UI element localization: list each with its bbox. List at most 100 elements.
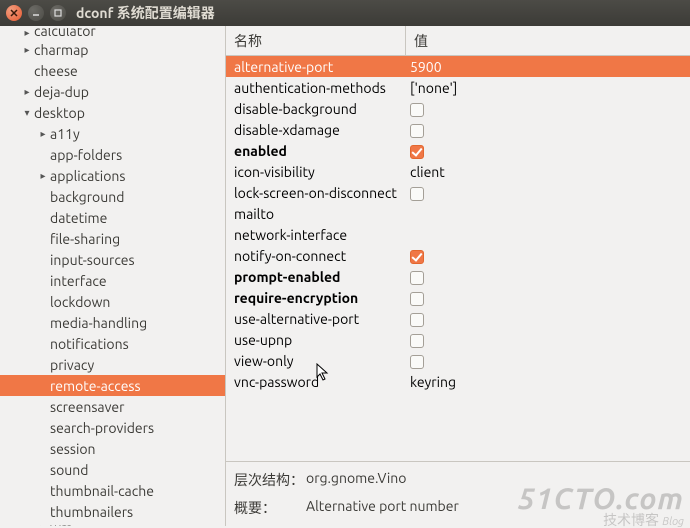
setting-row-enabled[interactable]: enabled xyxy=(226,140,690,161)
expander-icon[interactable]: ▾ xyxy=(20,107,34,119)
checkbox[interactable] xyxy=(410,103,424,117)
tree-item-applications[interactable]: ▸applications xyxy=(0,165,225,186)
window-title: dconf 系统配置编辑器 xyxy=(76,3,215,23)
tree-item-label: privacy xyxy=(50,357,219,373)
setting-row-use-alternative-port[interactable]: use-alternative-port xyxy=(226,308,690,329)
checkbox[interactable] xyxy=(410,334,424,348)
tree-item-label: app-folders xyxy=(50,147,219,163)
tree-item-desktop[interactable]: ▾desktop xyxy=(0,102,225,123)
setting-name: use-alternative-port xyxy=(226,311,406,327)
setting-row-network-interface[interactable]: network-interface xyxy=(226,224,690,245)
setting-name: vnc-password xyxy=(226,374,406,390)
tree-item-privacy[interactable]: privacy xyxy=(0,354,225,375)
tree-item-app-folders[interactable]: app-folders xyxy=(0,144,225,165)
tree-item-label: datetime xyxy=(50,210,219,226)
tree-item-background[interactable]: background xyxy=(0,186,225,207)
tree-item-label: remote-access xyxy=(50,378,219,394)
tree-item-search-providers[interactable]: search-providers xyxy=(0,417,225,438)
tree-item-label: screensaver xyxy=(50,399,219,415)
setting-row-vnc-password[interactable]: vnc-passwordkeyring xyxy=(226,371,690,392)
setting-name: disable-xdamage xyxy=(226,122,406,138)
close-icon[interactable] xyxy=(6,5,22,21)
setting-name: view-only xyxy=(226,353,406,369)
column-header-value[interactable]: 值 xyxy=(406,26,690,55)
setting-value[interactable] xyxy=(406,100,690,116)
tree-item-a11y[interactable]: ▸a11y xyxy=(0,123,225,144)
tree-item-label: session xyxy=(50,441,219,457)
tree-item-label: cheese xyxy=(34,63,219,79)
tree-item-thumbnailers[interactable]: thumbnailers xyxy=(0,501,225,522)
tree-item-label: desktop xyxy=(34,105,219,121)
tree-item-datetime[interactable]: datetime xyxy=(0,207,225,228)
checkbox[interactable] xyxy=(410,124,424,138)
checkbox[interactable] xyxy=(410,145,424,159)
checkbox[interactable] xyxy=(410,313,424,327)
setting-value[interactable] xyxy=(406,310,690,326)
expander-icon[interactable]: ▸ xyxy=(36,170,50,182)
setting-row-use-upnp[interactable]: use-upnp xyxy=(226,329,690,350)
tree-item-media-handling[interactable]: media-handling xyxy=(0,312,225,333)
expander-icon[interactable]: ▸ xyxy=(36,128,50,140)
checkbox[interactable] xyxy=(410,355,424,369)
tree-item-label: a11y xyxy=(50,126,219,142)
setting-row-view-only[interactable]: view-only xyxy=(226,350,690,371)
setting-value[interactable] xyxy=(406,331,690,347)
tree-item-screensaver[interactable]: screensaver xyxy=(0,396,225,417)
tree-item-input-sources[interactable]: input-sources xyxy=(0,249,225,270)
tree-item-wm[interactable]: ▸wm xyxy=(0,522,225,526)
tree-item-notifications[interactable]: notifications xyxy=(0,333,225,354)
tree-item-label: search-providers xyxy=(50,420,219,436)
footer-path-label: 层次结构： xyxy=(234,470,306,490)
settings-table: 名称 值 alternative-port5900authentication-… xyxy=(226,26,690,461)
setting-value[interactable] xyxy=(406,352,690,368)
setting-value[interactable] xyxy=(406,289,690,305)
setting-value[interactable] xyxy=(406,142,690,158)
setting-value: keyring xyxy=(406,374,690,390)
tree-item-thumbnail-cache[interactable]: thumbnail-cache xyxy=(0,480,225,501)
checkbox[interactable] xyxy=(410,292,424,306)
column-header-name[interactable]: 名称 xyxy=(226,26,406,55)
tree-item-session[interactable]: session xyxy=(0,438,225,459)
tree-item-deja-dup[interactable]: ▸deja-dup xyxy=(0,81,225,102)
checkbox[interactable] xyxy=(410,250,424,264)
expander-icon[interactable]: ▸ xyxy=(36,522,50,526)
setting-row-require-encryption[interactable]: require-encryption xyxy=(226,287,690,308)
tree-item-cheese[interactable]: cheese xyxy=(0,60,225,81)
setting-value[interactable] xyxy=(406,247,690,263)
tree-item-remote-access[interactable]: remote-access xyxy=(0,375,225,396)
tree-item-label: media-handling xyxy=(50,315,219,331)
expander-icon[interactable]: ▸ xyxy=(20,28,34,39)
setting-value[interactable] xyxy=(406,184,690,200)
setting-row-disable-xdamage[interactable]: disable-xdamage xyxy=(226,119,690,140)
setting-row-notify-on-connect[interactable]: notify-on-connect xyxy=(226,245,690,266)
maximize-icon[interactable] xyxy=(50,5,66,21)
setting-name: notify-on-connect xyxy=(226,248,406,264)
setting-name: icon-visibility xyxy=(226,164,406,180)
setting-row-icon-visibility[interactable]: icon-visibilityclient xyxy=(226,161,690,182)
schema-tree[interactable]: ▸calculator▸charmapcheese▸deja-dup▾deskt… xyxy=(0,26,226,526)
setting-row-lock-screen-on-disconnect[interactable]: lock-screen-on-disconnect xyxy=(226,182,690,203)
expander-icon[interactable]: ▸ xyxy=(20,86,34,98)
setting-row-mailto[interactable]: mailto xyxy=(226,203,690,224)
setting-row-alternative-port[interactable]: alternative-port5900 xyxy=(226,56,690,77)
setting-row-prompt-enabled[interactable]: prompt-enabled xyxy=(226,266,690,287)
setting-value[interactable] xyxy=(406,268,690,284)
checkbox[interactable] xyxy=(410,187,424,201)
setting-row-authentication-methods[interactable]: authentication-methods['none'] xyxy=(226,77,690,98)
tree-item-sound[interactable]: sound xyxy=(0,459,225,480)
tree-item-calculator[interactable]: ▸calculator xyxy=(0,28,225,39)
setting-row-disable-background[interactable]: disable-background xyxy=(226,98,690,119)
checkbox[interactable] xyxy=(410,271,424,285)
tree-item-charmap[interactable]: ▸charmap xyxy=(0,39,225,60)
setting-value[interactable] xyxy=(406,121,690,137)
expander-icon[interactable]: ▸ xyxy=(20,44,34,56)
footer-panel: 层次结构： org.gnome.Vino 概要： Alternative por… xyxy=(226,461,690,526)
tree-item-lockdown[interactable]: lockdown xyxy=(0,291,225,312)
tree-item-interface[interactable]: interface xyxy=(0,270,225,291)
setting-value: ['none'] xyxy=(406,80,690,96)
tree-item-file-sharing[interactable]: file-sharing xyxy=(0,228,225,249)
minimize-icon[interactable] xyxy=(28,5,44,21)
tree-item-label: deja-dup xyxy=(34,84,219,100)
tree-item-label: interface xyxy=(50,273,219,289)
setting-name: use-upnp xyxy=(226,332,406,348)
